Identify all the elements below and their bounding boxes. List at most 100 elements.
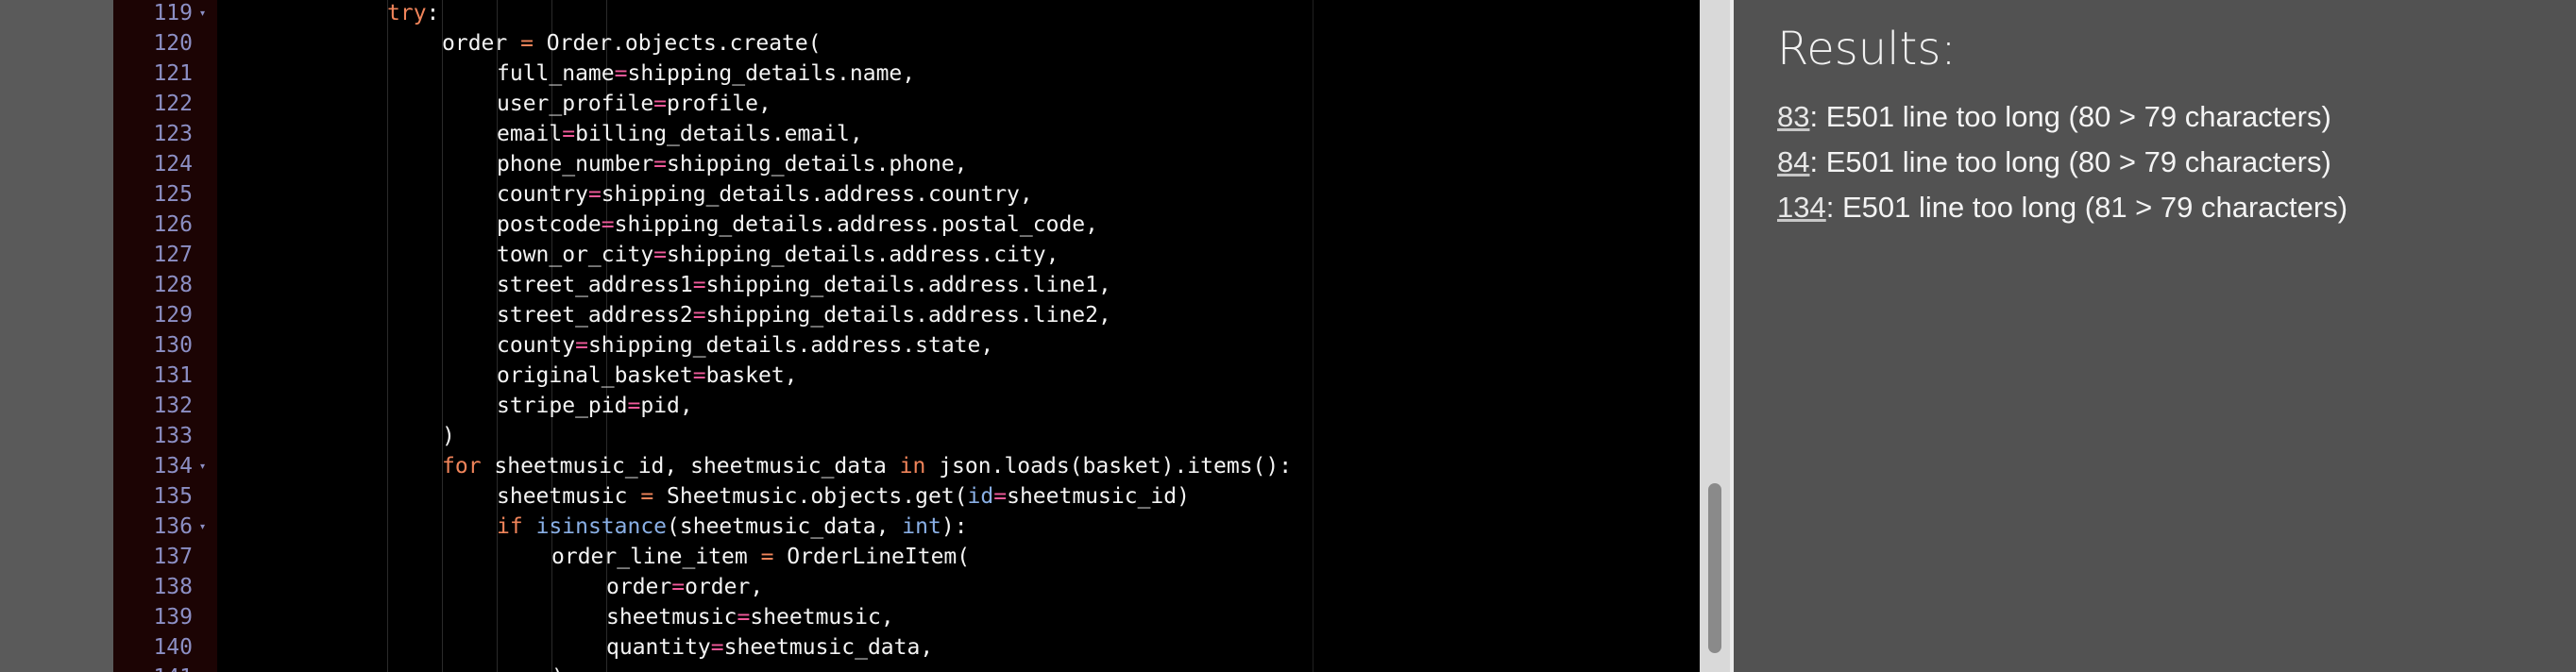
result-item: 84: E501 line too long (80 > 79 characte… xyxy=(1777,140,2347,185)
code-token: = xyxy=(710,635,724,660)
result-line-link[interactable]: 83 xyxy=(1777,100,1809,133)
code-token: basket, xyxy=(705,363,798,388)
code-token: shipping_details.address.line1, xyxy=(705,273,1111,297)
code-token: = xyxy=(601,212,615,237)
code-token: : xyxy=(426,1,440,25)
code-text: sheetmusic=sheetmusic, xyxy=(606,602,894,632)
code-token: sheetmusic_data, xyxy=(723,635,934,660)
code-text: email=billing_details.email, xyxy=(497,119,863,149)
code-line[interactable]: 136 ▾ if isinstance(sheetmusic_data, int): xyxy=(113,512,1700,542)
code-line[interactable]: 119 ▾ try: xyxy=(113,0,1700,28)
code-line[interactable]: 121 full_name=shipping_details.name, xyxy=(113,59,1700,89)
result-line-link[interactable]: 84 xyxy=(1777,145,1809,178)
code-token: quantity xyxy=(606,635,711,660)
code-line[interactable]: 139 sheetmusic=sheetmusic, xyxy=(113,602,1700,632)
code-token: = xyxy=(520,31,534,56)
code-token: int xyxy=(902,514,941,539)
code-line[interactable]: 120 order = Order.objects.create( xyxy=(113,28,1700,59)
code-token: pid, xyxy=(640,394,693,418)
line-number: 135 xyxy=(153,484,193,509)
code-line[interactable]: 140 quantity=sheetmusic_data, xyxy=(113,632,1700,663)
code-token: = xyxy=(653,92,668,116)
code-token: shipping_details.address.city, xyxy=(667,243,1059,267)
code-line[interactable]: 141) xyxy=(113,663,1700,672)
code-token: shipping_details.address.country, xyxy=(601,182,1033,207)
code-line[interactable]: 126 postcode=shipping_details.address.pos… xyxy=(113,210,1700,240)
line-number: 120 xyxy=(153,31,193,56)
code-token: sheetmusic, xyxy=(750,605,894,630)
code-token: = xyxy=(587,182,602,207)
line-number: 123 xyxy=(153,122,193,146)
code-token: sheetmusic_id, sheetmusic_data xyxy=(481,454,900,479)
code-token: street_address1 xyxy=(497,273,693,297)
code-text: order = Order.objects.create( xyxy=(442,28,822,59)
code-line[interactable]: 130 county=shipping_details.address.state… xyxy=(113,330,1700,361)
code-text: if isinstance(sheetmusic_data, int): xyxy=(497,512,968,542)
code-line[interactable]: 123 email=billing_details.email, xyxy=(113,119,1700,149)
code-text: town_or_city=shipping_details.address.ci… xyxy=(497,240,1059,270)
left-margin xyxy=(0,0,113,672)
code-text: user_profile=profile, xyxy=(497,89,771,119)
code-line[interactable]: 134 ▾ for sheetmusic_id, sheetmusic_data i… xyxy=(113,451,1700,481)
code-line[interactable]: 135 sheetmusic = Sheetmusic.objects.get(i… xyxy=(113,481,1700,512)
code-token: = xyxy=(562,122,576,146)
code-line[interactable]: 132 stripe_pid=pid, xyxy=(113,391,1700,421)
code-token: = xyxy=(653,152,668,176)
code-token: stripe_pid xyxy=(497,394,628,418)
code-line[interactable]: 133) xyxy=(113,421,1700,451)
code-token: (sheetmusic_data, xyxy=(667,514,903,539)
line-number: 128 xyxy=(153,273,193,297)
code-token: order, xyxy=(685,575,764,599)
code-line[interactable]: 128 street_address1=shipping_details.addr… xyxy=(113,270,1700,300)
code-line[interactable]: 127 town_or_city=shipping_details.address… xyxy=(113,240,1700,270)
fold-arrow-icon[interactable]: ▾ xyxy=(200,523,205,532)
code-token: shipping_details.address.line2, xyxy=(705,303,1111,328)
line-number: 129 xyxy=(153,303,193,328)
line-number: 134 xyxy=(153,454,193,479)
line-number: 126 xyxy=(153,212,193,237)
code-text: county=shipping_details.address.state, xyxy=(497,330,993,361)
code-line[interactable]: 138 order=order, xyxy=(113,572,1700,602)
code-token: = xyxy=(993,484,1008,509)
code-token: sheetmusic_id) xyxy=(1007,484,1190,509)
code-text: street_address1=shipping_details.address… xyxy=(497,270,1111,300)
code-token: order xyxy=(606,575,672,599)
code-line[interactable]: 122 user_profile=profile, xyxy=(113,89,1700,119)
code-token: country xyxy=(497,182,588,207)
code-token: county xyxy=(497,333,576,358)
results-list: 83: E501 line too long (80 > 79 characte… xyxy=(1777,94,2347,230)
results-panel: Results: 83: E501 line too long (80 > 79… xyxy=(1734,0,2576,672)
code-text: ) xyxy=(442,421,455,451)
result-line-link[interactable]: 134 xyxy=(1777,191,1826,224)
code-token: shipping_details.phone, xyxy=(667,152,968,176)
result-message: : E501 line too long (81 > 79 characters… xyxy=(1825,191,2348,224)
code-editor[interactable]: 119 ▾ try: 120 order = Order.objects.create(… xyxy=(113,0,1700,672)
code-token: postcode xyxy=(497,212,602,237)
code-token: try xyxy=(387,1,427,25)
code-token: email xyxy=(497,122,563,146)
code-token: full_name xyxy=(497,61,615,86)
code-line[interactable]: 129 street_address2=shipping_details.addr… xyxy=(113,300,1700,330)
fold-arrow-icon[interactable]: ▾ xyxy=(200,462,205,472)
code-line[interactable]: 137 order_line_item = OrderLineItem( xyxy=(113,542,1700,572)
result-item: 134: E501 line too long (81 > 79 charact… xyxy=(1777,185,2347,230)
editor-scrollbar[interactable] xyxy=(1700,0,1730,672)
code-text: country=shipping_details.address.country… xyxy=(497,179,1033,210)
code-token: ) xyxy=(442,424,455,448)
code-token: ): xyxy=(941,514,968,539)
line-number: 127 xyxy=(153,243,193,267)
line-number: 119 xyxy=(153,1,193,25)
code-token: = xyxy=(575,333,588,358)
code-token: order xyxy=(442,31,521,56)
code-text: order=order, xyxy=(606,572,763,602)
code-line[interactable]: 124 phone_number=shipping_details.phone, xyxy=(113,149,1700,179)
scrollbar-thumb[interactable] xyxy=(1708,483,1721,653)
fold-arrow-icon[interactable]: ▾ xyxy=(200,9,205,19)
line-number: 121 xyxy=(153,61,193,86)
code-token: shipping_details.address.postal_code, xyxy=(614,212,1098,237)
code-line[interactable]: 125 country=shipping_details.address.coun… xyxy=(113,179,1700,210)
code-token: = xyxy=(737,605,751,630)
code-token: = xyxy=(640,484,654,509)
code-line[interactable]: 131 original_basket=basket, xyxy=(113,361,1700,391)
